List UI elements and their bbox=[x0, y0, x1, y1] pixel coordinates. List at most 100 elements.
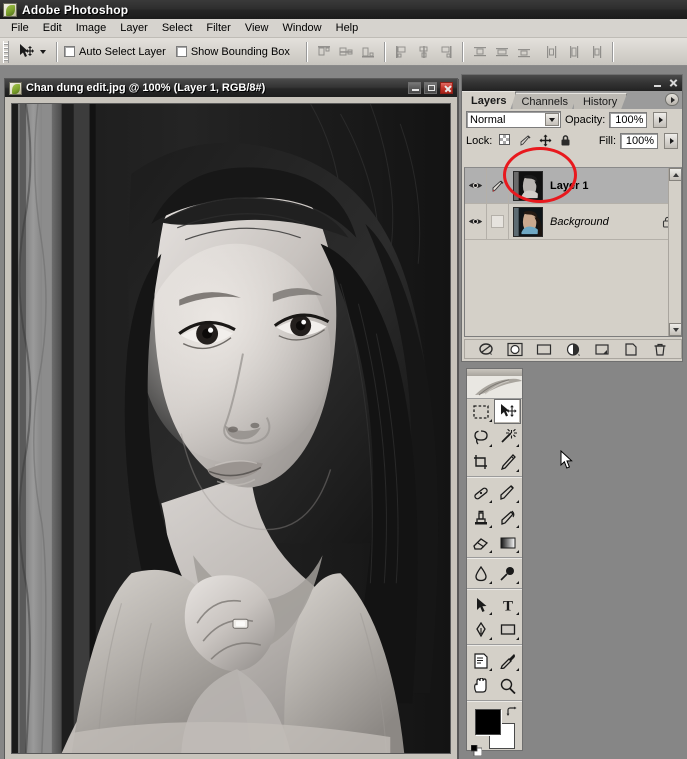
brush-tool[interactable] bbox=[494, 480, 521, 505]
opacity-input[interactable]: 100% bbox=[609, 111, 648, 128]
gradient-tool[interactable] bbox=[494, 530, 521, 555]
add-layer-style-button[interactable] bbox=[507, 342, 523, 357]
eyedropper-icon bbox=[499, 653, 515, 669]
rectangle-shape-tool[interactable] bbox=[494, 617, 521, 642]
document-title: Chan dung edit.jpg @ 100% (Layer 1, RGB/… bbox=[26, 82, 266, 94]
default-colors-icon[interactable] bbox=[470, 744, 483, 757]
new-layer-button[interactable] bbox=[623, 342, 639, 357]
zoom-tool[interactable] bbox=[494, 673, 521, 698]
fill-slider-arrow-icon[interactable] bbox=[664, 132, 678, 149]
type-tool[interactable]: T bbox=[494, 592, 521, 617]
lock-position-move-icon[interactable] bbox=[539, 134, 552, 147]
tab-history[interactable]: History bbox=[574, 93, 627, 109]
options-bar-grip[interactable] bbox=[3, 40, 9, 63]
eraser-tool[interactable] bbox=[467, 530, 494, 555]
distribute-bottom-edges-button[interactable] bbox=[514, 42, 534, 62]
layer-row-layer-1[interactable]: Layer 1 bbox=[465, 168, 681, 204]
eyedropper-tool[interactable] bbox=[494, 648, 521, 673]
path-selection-tool[interactable] bbox=[467, 592, 494, 617]
tab-layers[interactable]: Layers bbox=[462, 91, 516, 109]
current-tool-preset-picker[interactable] bbox=[13, 40, 50, 64]
lock-image-pixels-brush-icon[interactable] bbox=[519, 134, 532, 147]
tab-channels[interactable]: Channels bbox=[512, 93, 577, 109]
background-visibility-toggle[interactable] bbox=[465, 204, 487, 239]
align-horizontal-centers-button[interactable] bbox=[414, 42, 434, 62]
blur-tool[interactable] bbox=[467, 561, 494, 586]
distribute-buttons-group-2 bbox=[542, 42, 606, 62]
menu-layer[interactable]: Layer bbox=[113, 20, 155, 37]
menu-view[interactable]: View bbox=[238, 20, 276, 37]
menu-filter[interactable]: Filter bbox=[199, 20, 237, 37]
background-link-cell[interactable] bbox=[487, 204, 509, 239]
palette-minimize-icon[interactable] bbox=[652, 78, 664, 89]
align-vertical-centers-button[interactable] bbox=[336, 42, 356, 62]
delete-layer-button[interactable] bbox=[652, 342, 668, 357]
menu-edit[interactable]: Edit bbox=[36, 20, 69, 37]
toolbox-header[interactable] bbox=[467, 369, 522, 399]
flyout-corner-icon bbox=[489, 444, 492, 447]
show-bounding-box-checkbox[interactable] bbox=[175, 46, 187, 57]
palette-titlebar[interactable] bbox=[462, 75, 682, 91]
align-buttons-group-2 bbox=[392, 42, 456, 62]
layers-list-scrollbar[interactable] bbox=[668, 168, 681, 336]
layer-1-active-brush-indicator[interactable] bbox=[487, 168, 509, 203]
fill-input[interactable]: 100% bbox=[620, 132, 658, 149]
add-layer-mask-button[interactable] bbox=[536, 342, 552, 357]
new-group-button[interactable] bbox=[594, 342, 610, 357]
foreground-color-swatch[interactable] bbox=[475, 709, 501, 735]
layer-row-background[interactable]: Background bbox=[465, 204, 681, 240]
align-right-edges-button[interactable] bbox=[436, 42, 456, 62]
layer-1-visibility-toggle[interactable] bbox=[465, 168, 487, 203]
dodge-tool[interactable] bbox=[494, 561, 521, 586]
pen-tool[interactable] bbox=[467, 617, 494, 642]
move-tool[interactable] bbox=[494, 399, 521, 424]
lock-transparent-pixels-icon[interactable] bbox=[499, 134, 512, 147]
opacity-label: Opacity: bbox=[565, 113, 606, 126]
menu-window[interactable]: Window bbox=[276, 20, 329, 37]
menu-help[interactable]: Help bbox=[329, 20, 366, 37]
clone-stamp-tool[interactable] bbox=[467, 505, 494, 530]
scroll-down-arrow-icon[interactable] bbox=[669, 323, 681, 336]
distribute-horizontal-centers-button[interactable] bbox=[564, 42, 584, 62]
menu-image[interactable]: Image bbox=[69, 20, 114, 37]
blend-mode-select[interactable]: Normal bbox=[466, 111, 561, 128]
auto-select-layer-checkbox-group[interactable]: Auto Select Layer bbox=[64, 46, 166, 58]
notes-tool[interactable] bbox=[467, 648, 494, 673]
history-brush-tool[interactable] bbox=[494, 505, 521, 530]
magic-wand-tool[interactable] bbox=[494, 424, 521, 449]
menu-file[interactable]: File bbox=[4, 20, 36, 37]
rectangular-marquee-tool[interactable] bbox=[467, 399, 494, 424]
background-thumbnail[interactable] bbox=[513, 206, 543, 237]
swap-colors-arrow-icon[interactable] bbox=[506, 706, 518, 718]
chevron-down-icon[interactable] bbox=[545, 113, 559, 126]
distribute-right-edges-button[interactable] bbox=[586, 42, 606, 62]
align-top-edges-button[interactable] bbox=[314, 42, 334, 62]
slice-tool[interactable] bbox=[494, 449, 521, 474]
scroll-up-arrow-icon[interactable] bbox=[669, 168, 681, 181]
link-layers-button[interactable] bbox=[478, 342, 494, 357]
maximize-icon[interactable] bbox=[424, 82, 437, 94]
distribute-vertical-centers-button[interactable] bbox=[492, 42, 512, 62]
show-bounding-box-checkbox-group[interactable]: Show Bounding Box bbox=[175, 46, 290, 58]
align-left-edges-button[interactable] bbox=[392, 42, 412, 62]
new-adjustment-layer-button[interactable] bbox=[565, 342, 581, 357]
crop-tool[interactable] bbox=[467, 449, 494, 474]
palette-close-icon[interactable] bbox=[667, 78, 679, 89]
lasso-tool[interactable] bbox=[467, 424, 494, 449]
healing-brush-tool[interactable] bbox=[467, 480, 494, 505]
hand-tool[interactable] bbox=[467, 673, 494, 698]
document-titlebar[interactable]: Chan dung edit.jpg @ 100% (Layer 1, RGB/… bbox=[5, 79, 457, 97]
minimize-icon[interactable] bbox=[408, 82, 421, 94]
image-canvas[interactable] bbox=[11, 103, 451, 754]
lock-all-padlock-icon[interactable] bbox=[559, 134, 572, 147]
opacity-slider-arrow-icon[interactable] bbox=[653, 111, 668, 128]
palette-menu-icon[interactable] bbox=[665, 93, 679, 106]
auto-select-layer-checkbox[interactable] bbox=[64, 46, 75, 57]
close-icon[interactable] bbox=[440, 82, 453, 94]
layer-1-thumbnail[interactable] bbox=[513, 170, 543, 201]
distribute-left-edges-button[interactable] bbox=[542, 42, 562, 62]
distribute-top-edges-button[interactable] bbox=[470, 42, 490, 62]
align-bottom-edges-button[interactable] bbox=[358, 42, 378, 62]
menu-select[interactable]: Select bbox=[155, 20, 200, 37]
blend-mode-row: Normal Opacity: 100% bbox=[462, 109, 682, 130]
